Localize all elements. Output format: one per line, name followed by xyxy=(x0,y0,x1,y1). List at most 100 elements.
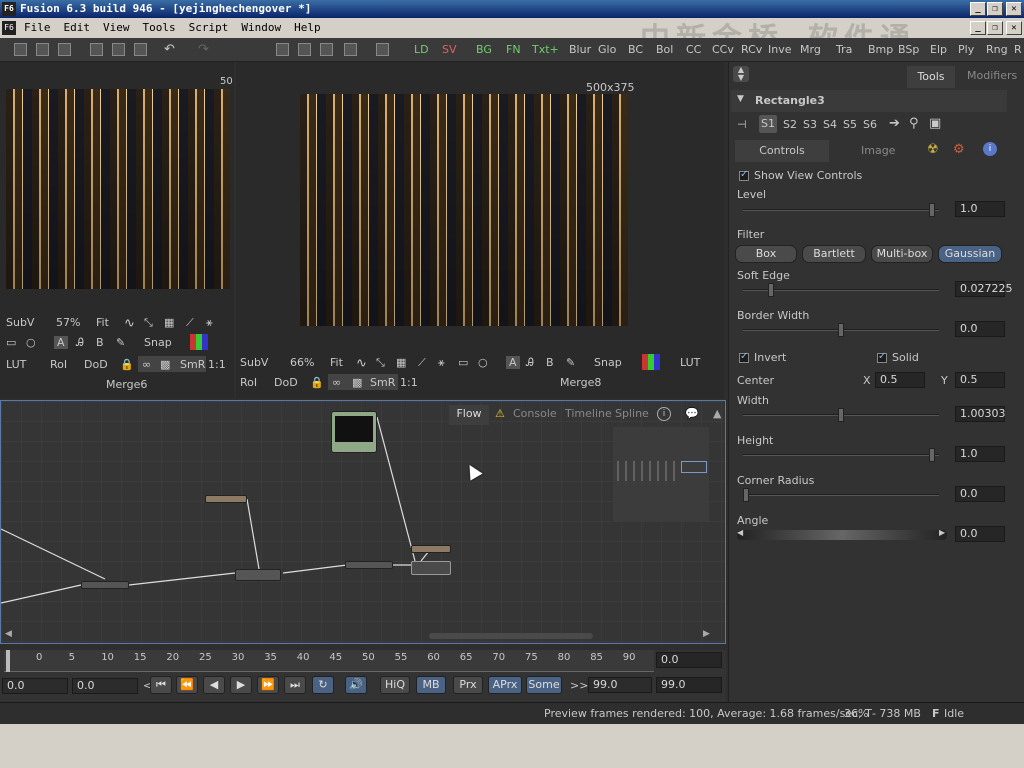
layout-1-icon[interactable] xyxy=(276,43,289,56)
cut-icon[interactable] xyxy=(90,43,103,56)
right-grid-icon[interactable]: ▩ xyxy=(352,376,362,389)
show-view-controls-checkbox[interactable] xyxy=(739,169,749,181)
right-channels-icon[interactable] xyxy=(642,354,660,370)
right-fit-button[interactable]: Fit xyxy=(330,356,343,369)
some-button[interactable]: Some xyxy=(526,676,562,694)
left-grid-icon[interactable]: ▩ xyxy=(160,358,170,371)
menu-tools[interactable]: Tools xyxy=(143,18,176,38)
right-dod-button[interactable]: DoD xyxy=(274,376,298,389)
tool-glow[interactable]: Glo xyxy=(598,41,616,59)
right-spline-icon[interactable]: ∿ xyxy=(356,356,367,371)
slot-s6[interactable]: S6 xyxy=(863,118,877,131)
right-rect-icon[interactable]: ▭ xyxy=(458,356,468,369)
left-link-icon[interactable]: ∞ xyxy=(142,358,151,371)
flow-node[interactable] xyxy=(81,581,129,589)
slot-s1[interactable]: S1 xyxy=(759,115,777,133)
render-icon[interactable] xyxy=(376,43,389,56)
left-snap-button[interactable]: Snap xyxy=(144,336,172,349)
menu-file[interactable]: File xyxy=(24,18,51,38)
tool-color-corrector[interactable]: CC xyxy=(686,41,701,59)
pin-icon[interactable]: ⊣ xyxy=(737,118,747,131)
angle-right-icon[interactable]: ▶ xyxy=(939,528,945,537)
menu-script[interactable]: Script xyxy=(189,18,229,38)
slot-s5[interactable]: S5 xyxy=(843,118,857,131)
left-smr-button[interactable]: SmR xyxy=(180,358,205,371)
right-viewer[interactable]: 500x375 SubV 66% Fit ∿ ⤡ ▦ ⟋ ⚹ ▭ ○ A Ꭿ B… xyxy=(236,62,724,398)
layout-2-icon[interactable] xyxy=(298,43,311,56)
prx-button[interactable]: Prx xyxy=(453,676,483,694)
tool-rgb-curves[interactable]: RCv xyxy=(741,41,762,59)
width-value[interactable]: 1.00303 xyxy=(955,406,1006,422)
left-roi-button[interactable]: RoI xyxy=(50,358,67,371)
height-value[interactable]: 1.0 xyxy=(955,446,1005,462)
solid-checkbox[interactable] xyxy=(877,351,887,363)
save-settings-icon[interactable]: ▣ xyxy=(929,116,941,131)
soft-edge-value[interactable]: 0.027225 xyxy=(955,281,1013,297)
subtab-controls[interactable]: Controls xyxy=(735,140,829,162)
filter-gaussian-button[interactable]: Gaussian xyxy=(938,245,1002,263)
left-pick-icon[interactable]: ⟋ xyxy=(186,316,194,330)
soft-edge-slider[interactable] xyxy=(743,283,939,297)
left-paint-icon[interactable]: ✎ xyxy=(116,336,125,349)
right-circle-icon[interactable]: ○ xyxy=(478,356,488,369)
corner-radius-slider[interactable] xyxy=(743,488,939,502)
right-lock-icon[interactable]: 🔒 xyxy=(310,376,324,389)
angle-value[interactable]: 0.0 xyxy=(955,526,1005,542)
tool-bspline-mask[interactable]: BSp xyxy=(898,41,919,59)
filter-box-button[interactable]: Box xyxy=(735,245,797,263)
soft-edge-knob[interactable] xyxy=(767,283,774,297)
left-channels-icon[interactable] xyxy=(190,334,208,350)
layout-3-icon[interactable] xyxy=(320,43,333,56)
angle-thumbwheel[interactable] xyxy=(737,530,947,540)
right-link-icon[interactable]: ∞ xyxy=(332,376,341,389)
end-time-value[interactable]: 0.0 xyxy=(656,652,722,668)
aprx-button[interactable]: APrx xyxy=(488,676,522,694)
radioactive-icon[interactable]: ☢ xyxy=(927,142,939,157)
open-icon[interactable] xyxy=(36,43,49,56)
tab-modifiers[interactable]: Modifiers xyxy=(967,69,1017,82)
tool-text[interactable]: Txt+ xyxy=(532,41,559,59)
goto-end-button[interactable]: ⏭ xyxy=(284,676,306,694)
angle-left-icon[interactable]: ◀ xyxy=(737,528,743,537)
tool-background[interactable]: BG xyxy=(476,41,492,59)
left-bold-icon[interactable]: B xyxy=(96,336,104,349)
right-roi-button[interactable]: RoI xyxy=(240,376,257,389)
loop-button[interactable]: ↻ xyxy=(312,676,334,694)
hiq-button[interactable]: HiQ xyxy=(380,676,410,694)
menu-edit[interactable]: Edit xyxy=(64,18,91,38)
doc-close-button[interactable]: ✕ xyxy=(1006,21,1022,35)
slot-s2[interactable]: S2 xyxy=(783,118,797,131)
menu-window[interactable]: Window xyxy=(241,18,281,38)
tool-polygon-mask[interactable]: Ply xyxy=(958,41,974,59)
tool-color-curves[interactable]: CCv xyxy=(712,41,734,59)
left-text-style-icon[interactable]: Ꭿ xyxy=(76,336,84,350)
flow-node[interactable] xyxy=(205,495,247,503)
tool-bitmap[interactable]: Bol xyxy=(656,41,673,59)
height-knob[interactable] xyxy=(929,448,936,462)
minimize-button[interactable]: _ xyxy=(970,2,986,16)
doc-minimize-button[interactable]: _ xyxy=(970,21,986,35)
tab-tools[interactable]: Tools xyxy=(907,66,955,88)
tool-transform[interactable]: Tra xyxy=(836,41,852,59)
tool-invert[interactable]: Inve xyxy=(768,41,792,59)
center-y-value[interactable]: 0.5 xyxy=(955,372,1005,388)
left-zoom-value[interactable]: 57% xyxy=(56,316,80,329)
menu-help[interactable]: Help xyxy=(294,18,321,38)
center-x-value[interactable]: 0.5 xyxy=(875,372,925,388)
merge-node-selected[interactable] xyxy=(411,561,451,575)
subtab-image[interactable]: Image xyxy=(861,144,895,157)
left-spline-icon[interactable]: ∿ xyxy=(124,316,135,331)
right-subview-button[interactable]: SubV xyxy=(240,356,268,369)
tool-loader[interactable]: LD xyxy=(414,41,429,59)
left-lock-icon[interactable]: 🔒 xyxy=(120,358,134,371)
tool-ranges-mask[interactable]: Rng xyxy=(986,41,1008,59)
mb-button[interactable]: MB xyxy=(416,676,446,694)
global-end-field[interactable]: 99.0 xyxy=(656,677,722,693)
border-width-knob[interactable] xyxy=(838,323,844,337)
tool-rectangle-mask[interactable]: R xyxy=(1014,41,1022,59)
settings-gear-icon[interactable]: ⚙ xyxy=(953,142,965,157)
panel-collapse-icon[interactable]: ▲ ▼ xyxy=(733,66,749,82)
scroll-right-icon[interactable]: ▶ xyxy=(703,629,710,639)
left-checker-icon[interactable]: ▦ xyxy=(164,316,174,329)
tool-ellipse-mask[interactable]: Elp xyxy=(930,41,947,59)
